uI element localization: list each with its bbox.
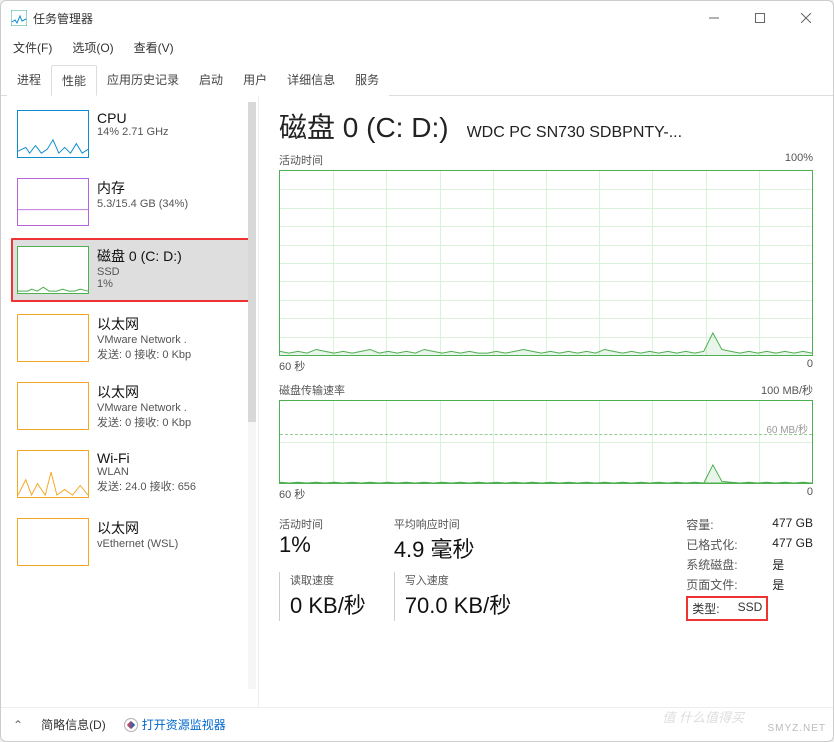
chart2-label: 磁盘传输速率 (279, 382, 345, 398)
disk-thumb-icon (17, 246, 89, 294)
stat-active-label: 活动时间 (279, 516, 366, 532)
stat-resp-label: 平均响应时间 (394, 516, 511, 532)
tab-users[interactable]: 用户 (233, 65, 277, 96)
chart1-xright: 0 (807, 358, 813, 374)
stat-read-value: 0 KB/秒 (290, 588, 366, 620)
tab-strip: 进程 性能 应用历史记录 启动 用户 详细信息 服务 (1, 64, 833, 96)
menu-view[interactable]: 查看(V) (130, 37, 178, 58)
info-formatted-k: 已格式化: (686, 536, 754, 553)
sidebar-wifi-line1: WLAN (97, 466, 250, 478)
maximize-button[interactable] (737, 3, 783, 33)
chart1-box (279, 170, 813, 356)
window-title: 任务管理器 (33, 10, 93, 27)
ethernet-thumb-icon (17, 518, 89, 566)
resource-monitor-link[interactable]: 打开资源监视器 (124, 716, 226, 733)
close-button[interactable] (783, 3, 829, 33)
menu-file[interactable]: 文件(F) (9, 37, 56, 58)
memory-thumb-icon (17, 178, 89, 226)
sidebar-wifi-title: Wi-Fi (97, 450, 250, 466)
minimize-button[interactable] (691, 3, 737, 33)
stat-active-value: 1% (279, 532, 366, 558)
chart1-xleft: 60 秒 (279, 358, 305, 374)
sidebar-item-ethernet-2[interactable]: 以太网 VMware Network . 发送: 0 接收: 0 Kbp (11, 374, 256, 438)
sidebar-disk-line2: 1% (97, 278, 250, 290)
performance-sidebar: CPU 14% 2.71 GHz 内存 5.3/15.4 GB (34%) 磁盘… (1, 96, 259, 707)
sidebar-eth1-title: 以太网 (97, 314, 250, 334)
chart1-max: 100% (785, 152, 813, 168)
detail-title: 磁盘 0 (C: D:) (279, 106, 449, 146)
chart-transfer: 磁盘传输速率 100 MB/秒 60 MB/秒 60 秒 0 (279, 382, 813, 502)
stats-section: 活动时间 1% 平均响应时间 4.9 毫秒 读取速度 0 KB/秒 写入速度 7… (279, 516, 813, 621)
sidebar-item-memory[interactable]: 内存 5.3/15.4 GB (34%) (11, 170, 256, 234)
info-sysdisk-k: 系统磁盘: (686, 556, 754, 573)
sidebar-item-cpu[interactable]: CPU 14% 2.71 GHz (11, 102, 256, 166)
stat-write-label: 写入速度 (405, 572, 511, 588)
tab-details[interactable]: 详细信息 (277, 65, 345, 96)
tab-startup[interactable]: 启动 (189, 65, 233, 96)
summary-link[interactable]: 简略信息(D) (41, 716, 106, 733)
sidebar-eth3-line1: vEthernet (WSL) (97, 538, 250, 550)
sidebar-eth2-line2: 发送: 0 接收: 0 Kbp (97, 414, 250, 430)
cpu-thumb-icon (17, 110, 89, 158)
info-type-row: 类型: SSD (686, 596, 768, 621)
ethernet-thumb-icon (17, 382, 89, 430)
sidebar-item-disk0[interactable]: 磁盘 0 (C: D:) SSD 1% (11, 238, 256, 302)
stat-read-label: 读取速度 (290, 572, 366, 588)
sidebar-cpu-line1: 14% 2.71 GHz (97, 126, 250, 138)
task-manager-window: 任务管理器 文件(F) 选项(O) 查看(V) 进程 性能 应用历史记录 启动 … (0, 0, 834, 742)
sidebar-wifi-line2: 发送: 24.0 接收: 656 (97, 478, 250, 494)
sidebar-scrollbar[interactable] (248, 102, 256, 689)
chart-activity: 活动时间 100% 60 秒 0 (279, 152, 813, 374)
stat-resp-value: 4.9 毫秒 (394, 532, 511, 564)
collapse-chevron-icon[interactable]: ⌃ (13, 718, 23, 732)
body: CPU 14% 2.71 GHz 内存 5.3/15.4 GB (34%) 磁盘… (1, 96, 833, 707)
sidebar-memory-title: 内存 (97, 178, 250, 198)
sidebar-item-wifi[interactable]: Wi-Fi WLAN 发送: 24.0 接收: 656 (11, 442, 256, 506)
info-type-v: SSD (738, 600, 763, 617)
detail-panel: 磁盘 0 (C: D:) WDC PC SN730 SDBPNTY-... 活动… (259, 96, 833, 707)
info-type-k: 类型: (692, 600, 719, 617)
tab-services[interactable]: 服务 (345, 65, 389, 96)
tab-performance[interactable]: 性能 (51, 65, 97, 96)
menu-options[interactable]: 选项(O) (68, 37, 117, 58)
sidebar-eth1-line2: 发送: 0 接收: 0 Kbp (97, 346, 250, 362)
sidebar-disk-line1: SSD (97, 266, 250, 278)
sidebar-memory-line1: 5.3/15.4 GB (34%) (97, 198, 250, 210)
chart2-xleft: 60 秒 (279, 486, 305, 502)
sidebar-disk-title: 磁盘 0 (C: D:) (97, 246, 250, 266)
detail-model: WDC PC SN730 SDBPNTY-... (467, 124, 813, 142)
resource-monitor-label: 打开资源监视器 (142, 716, 226, 733)
info-pagefile-k: 页面文件: (686, 576, 754, 593)
sidebar-eth2-line1: VMware Network . (97, 402, 250, 414)
wifi-thumb-icon (17, 450, 89, 498)
info-capacity-v: 477 GB (772, 516, 813, 533)
sidebar-eth2-title: 以太网 (97, 382, 250, 402)
info-pagefile-v: 是 (772, 576, 784, 593)
sidebar-eth1-line1: VMware Network . (97, 334, 250, 346)
ethernet-thumb-icon (17, 314, 89, 362)
watermark: SMYZ.NET (767, 723, 826, 734)
sidebar-item-ethernet-1[interactable]: 以太网 VMware Network . 发送: 0 接收: 0 Kbp (11, 306, 256, 370)
menubar: 文件(F) 选项(O) 查看(V) (1, 35, 833, 64)
watermark-2: 值 什么值得买 (662, 707, 744, 726)
info-capacity-k: 容量: (686, 516, 754, 533)
tab-processes[interactable]: 进程 (7, 65, 51, 96)
stat-write-value: 70.0 KB/秒 (405, 588, 511, 620)
disk-info-table: 容量: 477 GB 已格式化: 477 GB 系统磁盘: 是 页面文件: 是 类型: … (686, 516, 813, 621)
sidebar-item-ethernet-3[interactable]: 以太网 vEthernet (WSL) (11, 510, 256, 574)
chart1-label: 活动时间 (279, 152, 323, 168)
titlebar: 任务管理器 (1, 1, 833, 35)
sidebar-eth3-title: 以太网 (97, 518, 250, 538)
compass-icon (124, 718, 138, 732)
chart2-max: 100 MB/秒 (761, 382, 813, 398)
app-icon (11, 10, 27, 26)
sidebar-cpu-title: CPU (97, 110, 250, 126)
tab-app-history[interactable]: 应用历史记录 (97, 65, 189, 96)
info-sysdisk-v: 是 (772, 556, 784, 573)
chart2-xright: 0 (807, 486, 813, 502)
info-formatted-v: 477 GB (772, 536, 813, 553)
chart2-box: 60 MB/秒 (279, 400, 813, 484)
